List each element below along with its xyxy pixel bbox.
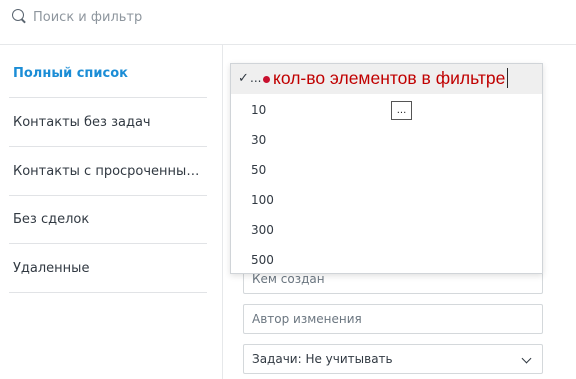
annotation-bullet xyxy=(263,75,270,83)
created-by-placeholder: Кем создан xyxy=(252,272,325,286)
dropdown-option[interactable]: 30 xyxy=(251,133,266,147)
sidebar-item-label: Без сделок xyxy=(13,211,90,227)
sidebar-item-full-list[interactable]: Полный список xyxy=(9,49,207,98)
sidebar-item-deleted[interactable]: Удаленные xyxy=(9,244,207,293)
more-button[interactable]: ... xyxy=(391,101,412,120)
search-input[interactable] xyxy=(33,7,433,27)
text-cursor xyxy=(507,68,509,88)
dropdown-option[interactable]: 10 xyxy=(251,103,266,117)
search-bar xyxy=(0,0,576,34)
modified-by-field[interactable]: Автор изменения xyxy=(243,304,543,334)
sidebar-item-label: Контакты с просроченными задачами xyxy=(13,163,203,179)
tasks-select-value: Задачи: Не учитывать xyxy=(252,352,393,366)
dropdown-selected-value: ... xyxy=(250,71,262,85)
top-divider xyxy=(0,44,576,45)
annotation-text: кол-во элементов в фильтре xyxy=(273,67,506,88)
sidebar-item-contacts-overdue[interactable]: Контакты с просроченными задачами xyxy=(9,147,207,196)
sidebar-item-contacts-no-tasks[interactable]: Контакты без задач xyxy=(9,98,207,147)
annotation: кол-во элементов в фильтре xyxy=(263,66,509,90)
dropdown-option[interactable]: 100 xyxy=(251,193,274,207)
search-icon xyxy=(12,9,24,21)
dropdown-option[interactable]: 300 xyxy=(251,223,274,237)
chevron-down-icon xyxy=(521,353,532,364)
sidebar-item-label: Удаленные xyxy=(13,260,90,276)
vertical-divider xyxy=(222,44,223,379)
sidebar-item-no-deals[interactable]: Без сделок xyxy=(9,195,207,244)
modified-by-placeholder: Автор изменения xyxy=(252,312,362,326)
more-button-label: ... xyxy=(396,105,407,116)
sidebar-item-label: Полный список xyxy=(13,65,128,81)
dropdown-option[interactable]: 500 xyxy=(251,253,274,267)
check-icon: ✓ xyxy=(238,71,249,86)
dropdown-option[interactable]: 50 xyxy=(251,163,266,177)
tasks-select[interactable]: Задачи: Не учитывать xyxy=(243,344,543,374)
sidebar-item-label: Контакты без задач xyxy=(13,114,151,130)
count-dropdown-list: ✓ ... 10 30 50 100 300 500 xyxy=(230,63,543,274)
